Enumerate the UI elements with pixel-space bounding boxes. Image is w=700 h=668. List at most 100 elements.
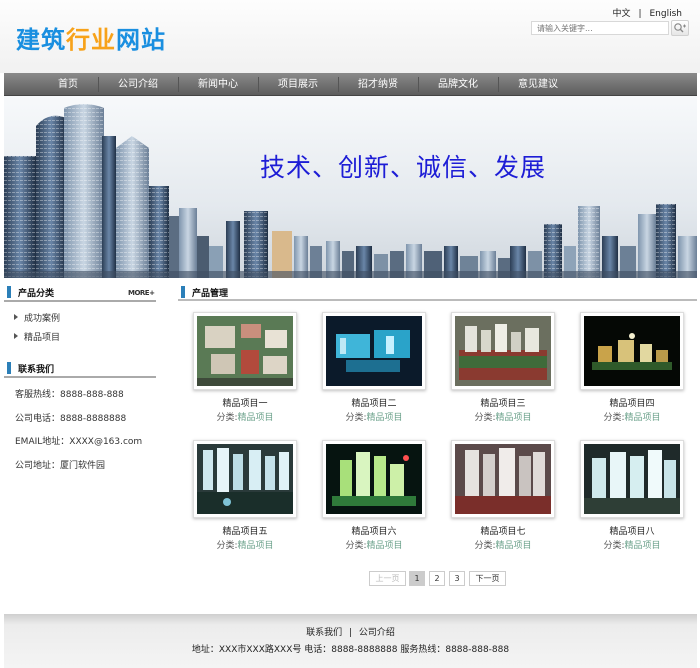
section-marker-icon <box>7 286 11 298</box>
product-image <box>197 444 293 514</box>
product-category: 分类:精品项目 <box>322 538 426 551</box>
lang-english-link[interactable]: English <box>650 9 683 19</box>
product-category-label: 分类: <box>474 541 496 551</box>
pagination-page-3[interactable]: 3 <box>449 571 465 586</box>
sidebar-item-featured-projects[interactable]: 精品项目 <box>14 330 60 343</box>
more-link[interactable]: MORE+ <box>128 289 155 297</box>
header: 建筑行业网站 中文 | English <box>0 0 700 73</box>
product-category-link[interactable]: 精品项目 <box>625 541 661 551</box>
product-category-label: 分类: <box>603 541 625 551</box>
product-category-link[interactable]: 精品项目 <box>496 541 532 551</box>
product-image <box>584 444 680 514</box>
footer-link-contact[interactable]: 联系我们 <box>306 628 342 638</box>
product-category: 分类:精品项目 <box>580 410 684 423</box>
banner-slogan: 技术、创新、诚信、发展 <box>260 153 547 182</box>
product-thumbnail[interactable] <box>451 312 555 390</box>
footer-link-about[interactable]: 公司介绍 <box>359 628 395 638</box>
product-category-link[interactable]: 精品项目 <box>496 413 532 423</box>
contact-address: 公司地址：厦门软件园 <box>15 461 106 471</box>
product-thumbnail[interactable] <box>580 312 684 390</box>
search-input[interactable] <box>531 21 669 35</box>
logo-text-1: 建筑 <box>16 26 66 54</box>
hero-banner: 技术、创新、诚信、发展 <box>4 96 697 278</box>
sidebar-contact-title: 联系我们 <box>18 365 55 375</box>
footer: 联系我们 | 公司介绍 地址：XXX市XXX路XXX号 电话：8888-8888… <box>4 614 697 668</box>
pagination-prev-button[interactable]: 上一页 <box>369 571 406 586</box>
sidebar-item-label: 成功案例 <box>24 314 61 324</box>
lang-separator: | <box>638 9 642 19</box>
nav-item-about[interactable]: 公司介绍 <box>98 73 178 96</box>
language-switch: 中文 | English <box>608 6 686 19</box>
product-thumbnail[interactable] <box>322 312 426 390</box>
footer-link-separator: | <box>348 628 353 638</box>
nav-item-jobs[interactable]: 招才纳贤 <box>338 73 418 96</box>
main-section-header: 产品管理 <box>178 282 697 301</box>
product-category-link[interactable]: 精品项目 <box>625 413 661 423</box>
contact-hotline: 客服热线：8888-888-888 <box>15 390 124 400</box>
main-nav: 首页 公司介绍 新闻中心 项目展示 招才纳贤 品牌文化 意见建议 <box>4 73 697 96</box>
section-marker-icon <box>181 286 185 298</box>
search-button[interactable] <box>671 20 689 36</box>
product-name[interactable]: 精品项目五 <box>193 524 297 537</box>
product-image <box>455 316 551 386</box>
product-name[interactable]: 精品项目三 <box>451 396 555 409</box>
product-image <box>326 444 422 514</box>
product-category-link[interactable]: 精品项目 <box>238 541 274 551</box>
city-skyline-image <box>4 104 697 278</box>
product-category-link[interactable]: 精品项目 <box>367 541 403 551</box>
pagination-page-1[interactable]: 1 <box>409 571 425 586</box>
product-image <box>197 316 293 386</box>
nav-item-feedback[interactable]: 意见建议 <box>498 73 578 96</box>
sidebar-item-label: 精品项目 <box>24 333 61 343</box>
product-category-label: 分类: <box>216 541 238 551</box>
sidebar-item-success-cases[interactable]: 成功案例 <box>14 311 60 324</box>
logo-text-2: 行业 <box>66 26 116 54</box>
product-thumbnail[interactable] <box>322 440 426 518</box>
product-image <box>584 316 680 386</box>
product-image <box>326 316 422 386</box>
sidebar-category-title: 产品分类 <box>18 289 55 299</box>
contact-email: EMAIL地址：XXXX@163.com <box>15 437 143 447</box>
product-name[interactable]: 精品项目一 <box>193 396 297 409</box>
main-section-title: 产品管理 <box>192 289 229 299</box>
footer-address: 地址：XXX市XXX路XXX号 电话：8888-8888888 服务热线：888… <box>191 645 510 655</box>
product-thumbnail[interactable] <box>580 440 684 518</box>
nav-item-news[interactable]: 新闻中心 <box>178 73 258 96</box>
product-category-label: 分类: <box>345 413 367 423</box>
lang-chinese-link[interactable]: 中文 <box>612 9 630 19</box>
product-name[interactable]: 精品项目八 <box>580 524 684 537</box>
product-category-label: 分类: <box>474 413 496 423</box>
product-category-label: 分类: <box>216 413 238 423</box>
pagination-next-button[interactable]: 下一页 <box>469 571 506 586</box>
sidebar-contact-header: 联系我们 <box>4 358 156 378</box>
product-category-link[interactable]: 精品项目 <box>367 413 403 423</box>
contact-phone: 公司电话：8888-8888888 <box>15 414 127 424</box>
product-thumbnail[interactable] <box>193 440 297 518</box>
nav-item-culture[interactable]: 品牌文化 <box>418 73 498 96</box>
product-thumbnail[interactable] <box>451 440 555 518</box>
nav-item-projects[interactable]: 项目展示 <box>258 73 338 96</box>
product-category: 分类:精品项目 <box>451 410 555 423</box>
product-image <box>455 444 551 514</box>
product-category: 分类:精品项目 <box>193 410 297 423</box>
sidebar-category-header: 产品分类 MORE+ <box>4 282 156 302</box>
arrow-right-icon <box>14 314 18 320</box>
product-thumbnail[interactable] <box>193 312 297 390</box>
product-name[interactable]: 精品项目六 <box>322 524 426 537</box>
product-category: 分类:精品项目 <box>322 410 426 423</box>
product-name[interactable]: 精品项目七 <box>451 524 555 537</box>
section-marker-icon <box>7 362 11 374</box>
product-name[interactable]: 精品项目二 <box>322 396 426 409</box>
product-category-label: 分类: <box>345 541 367 551</box>
site-logo[interactable]: 建筑行业网站 <box>16 20 166 55</box>
product-category-link[interactable]: 精品项目 <box>238 413 274 423</box>
product-category-label: 分类: <box>603 413 625 423</box>
search-icon <box>674 23 686 33</box>
pagination-page-2[interactable]: 2 <box>429 571 445 586</box>
nav-item-home[interactable]: 首页 <box>28 73 108 96</box>
product-category: 分类:精品项目 <box>193 538 297 551</box>
product-name[interactable]: 精品项目四 <box>580 396 684 409</box>
footer-links: 联系我们 | 公司介绍 <box>4 625 697 638</box>
arrow-right-icon <box>14 333 18 339</box>
product-category: 分类:精品项目 <box>451 538 555 551</box>
